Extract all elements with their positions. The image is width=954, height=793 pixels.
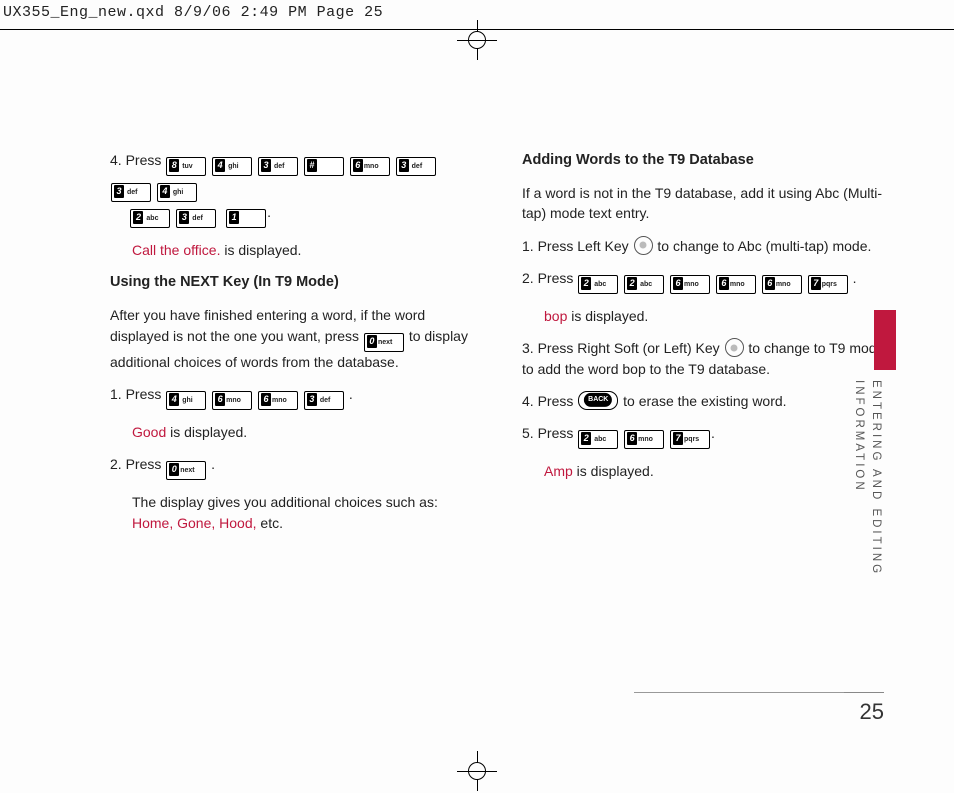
left-step2: 2. Press 0next .	[110, 454, 482, 480]
side-tab-color-icon	[874, 310, 896, 370]
key-3-icon: 3 def	[258, 157, 298, 176]
left-column: 4. Press 8 tuv 4 ghi 3 def # 6mno 3 def …	[110, 150, 482, 545]
right-step3: 3. Press Right Soft (or Left) Key to cha…	[522, 338, 894, 379]
call-office-line: Call the office. is displayed.	[132, 240, 482, 260]
key-1-icon: 1	[226, 209, 266, 228]
key-2-icon: 2 abc	[578, 430, 618, 449]
print-time: 2:49 PM	[241, 4, 308, 21]
key-6-icon: 6mno	[670, 275, 710, 294]
key-3-icon: 3 def	[176, 209, 216, 228]
right-softkey-icon	[725, 338, 744, 357]
next-key-intro: After you have finished entering a word,…	[110, 305, 482, 372]
print-date: 8/9/06	[174, 4, 231, 21]
key-8-icon: 8 tuv	[166, 157, 206, 176]
right-step2: 2. Press 2 abc 2 abc 6mno 6mno 6mno 7pqr…	[522, 268, 894, 294]
key-3-icon: 3 def	[304, 391, 344, 410]
page-body: 4. Press 8 tuv 4 ghi 3 def # 6mno 3 def …	[110, 150, 894, 753]
key-2-icon: 2 abc	[624, 275, 664, 294]
key-4-icon: 4 ghi	[212, 157, 252, 176]
key-6-icon: 6mno	[716, 275, 756, 294]
right-step4: 4. Press to erase the existing word.	[522, 391, 894, 411]
key-3-icon: 3 def	[111, 183, 151, 202]
key-2-icon: 2 abc	[130, 209, 170, 228]
key-2-icon: 2 abc	[578, 275, 618, 294]
side-tab: ENTERING AND EDITINGINFORMATION	[862, 330, 884, 640]
bop-line: bop is displayed.	[544, 306, 894, 326]
key-0-next-icon: 0next	[364, 333, 404, 352]
back-key-icon	[578, 391, 618, 410]
page-number: 25	[844, 692, 884, 725]
heading-add-words: Adding Words to the T9 Database	[522, 150, 894, 171]
left-step4: 4. Press 8 tuv 4 ghi 3 def # 6mno 3 def …	[110, 150, 482, 228]
print-page: Page 25	[317, 4, 384, 21]
key-hash-icon: #	[304, 157, 344, 176]
key-6-icon: 6mno	[258, 391, 298, 410]
left-step1: 1. Press 4 ghi 6mno 6mno 3 def .	[110, 384, 482, 410]
registration-mark-bottom-icon	[457, 751, 497, 791]
side-tab-text: ENTERING AND EDITINGINFORMATION	[850, 380, 885, 576]
key-3-icon: 3 def	[396, 157, 436, 176]
key-7-icon: 7pqrs	[670, 430, 710, 449]
left-softkey-icon	[634, 236, 653, 255]
amp-line: Amp is displayed.	[544, 461, 894, 481]
right-step1: 1. Press Left Key to change to Abc (mult…	[522, 236, 894, 256]
key-6-icon: 6mno	[212, 391, 252, 410]
key-4-icon: 4 ghi	[166, 391, 206, 410]
key-6-icon: 6mno	[762, 275, 802, 294]
key-4-icon: 4 ghi	[157, 183, 197, 202]
good-line: Good is displayed.	[132, 422, 482, 442]
right-step5: 5. Press 2 abc 6mno 7pqrs.	[522, 423, 894, 449]
print-file: UX355_Eng_new.qxd	[3, 4, 165, 21]
heading-next-key: Using the NEXT Key (In T9 Mode)	[110, 272, 482, 293]
key-7-icon: 7pqrs	[808, 275, 848, 294]
right-column: Adding Words to the T9 Database If a wor…	[522, 150, 894, 545]
key-6-icon: 6mno	[350, 157, 390, 176]
left-step2-result: The display gives you additional choices…	[132, 492, 482, 533]
key-0-next-icon: 0next	[166, 461, 206, 480]
registration-mark-top-icon	[457, 20, 497, 60]
add-words-intro: If a word is not in the T9 database, add…	[522, 183, 894, 224]
key-6-icon: 6mno	[624, 430, 664, 449]
